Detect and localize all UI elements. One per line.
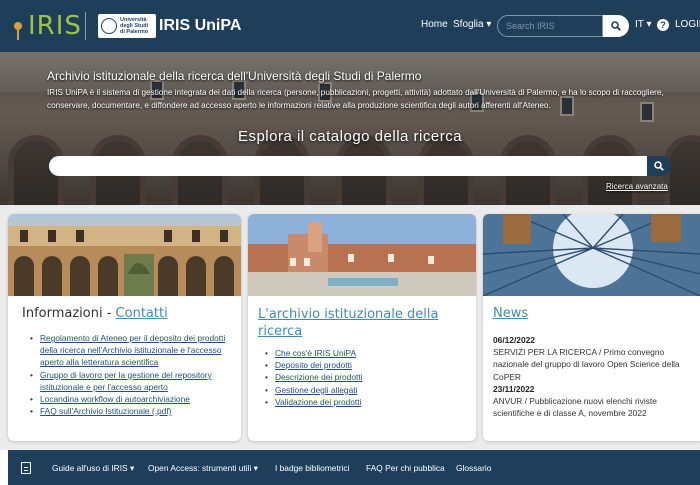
iris-logo[interactable]: IRIS	[14, 10, 82, 42]
hero-description: IRIS UniPA è il sistema di gestione inte…	[47, 88, 664, 110]
info-link[interactable]: Gruppo di lavoro per la gestione del rep…	[30, 369, 235, 393]
search-icon	[654, 161, 664, 171]
language-dropdown[interactable]: IT ▾	[635, 19, 652, 30]
login-link[interactable]: LOGIN	[675, 19, 700, 30]
archive-link[interactable]: Validazione dei prodotti	[265, 396, 465, 408]
hero-title: Archivio istituzionale della ricerca del…	[47, 69, 422, 83]
info-link[interactable]: Locandina workflow di autoarchiviazione	[30, 393, 235, 405]
nav-search-input[interactable]	[497, 15, 603, 37]
catalog-search-input[interactable]	[49, 156, 647, 176]
unipa-logo[interactable]: Università degli Studi di Palermo	[98, 14, 156, 38]
building-photo	[248, 214, 476, 296]
nav-search-button[interactable]	[603, 15, 629, 37]
archive-link[interactable]: Gestione degli allegati	[265, 384, 465, 396]
nav-home-link[interactable]: Home	[421, 19, 448, 30]
glass-dome-photo	[483, 214, 700, 297]
glass-dome-photo-art	[483, 214, 700, 297]
info-link[interactable]: FAQ sull'Archivio Istituzionale (.pdf)	[30, 405, 235, 417]
site-title[interactable]: IRIS UniPA	[159, 14, 241, 38]
catalog-search-button[interactable]	[647, 156, 671, 176]
archive-links-list: Che cos'è IRIS UniPA Deposito dei prodot…	[265, 347, 465, 408]
help-icon[interactable]: ?	[657, 19, 669, 31]
info-card-heading: Informazioni - Contatti	[22, 306, 168, 321]
building-photo-art	[248, 214, 476, 296]
archive-link[interactable]: Descrizione dei prodotti	[265, 371, 465, 383]
news-item-text[interactable]: SERVIZI PER LA RICERCA / Primo convegno …	[493, 346, 698, 383]
document-icon	[21, 462, 31, 474]
archive-card-title[interactable]: L'archivio istituzionale della ricerca	[258, 306, 463, 340]
top-navbar: IRIS Università degli Studi di Palermo I…	[0, 0, 700, 52]
footer-glossary-link[interactable]: Glossario	[456, 463, 491, 473]
info-link[interactable]: Regolamento di Ateneo per il deposito de…	[30, 332, 235, 369]
courtyard-photo	[8, 214, 241, 296]
news-date: 06/12/2022	[493, 335, 535, 345]
iris-logo-text: IRIS	[28, 11, 82, 41]
brand-divider	[85, 12, 86, 40]
archive-link[interactable]: Deposito dei prodotti	[265, 359, 465, 371]
iris-logo-icon	[14, 22, 22, 40]
news-card-title[interactable]: News	[493, 306, 528, 321]
contacts-link[interactable]: Contatti	[116, 306, 168, 321]
footer-navbar: Guide all'uso di IRIS ▾ Open Access: str…	[8, 450, 700, 485]
news-card: News 06/12/2022 SERVIZI PER LA RICERCA /…	[483, 214, 700, 441]
search-icon	[611, 21, 621, 31]
news-list: 06/12/2022 SERVIZI PER LA RICERCA / Prim…	[493, 334, 698, 419]
info-card-title: Informazioni -	[22, 306, 116, 321]
footer-open-access-dropdown[interactable]: Open Access: strumenti utili ▾	[148, 463, 258, 473]
news-item-text[interactable]: ANVUR / Pubblicazione nuovi elenchi rivi…	[493, 395, 698, 419]
info-links-list: Regolamento di Ateneo per il deposito de…	[30, 332, 235, 418]
hero-banner: Archivio istituzionale della ricerca del…	[0, 52, 700, 205]
archive-card: L'archivio istituzionale della ricerca C…	[248, 214, 476, 441]
unipa-logo-text: Università degli Studi di Palermo	[120, 17, 149, 35]
nav-browse-dropdown[interactable]: Sfoglia ▾	[453, 19, 491, 30]
courtyard-photo-art	[8, 226, 241, 296]
footer-bibliometric-badges-link[interactable]: I badge bibliometrici	[275, 463, 349, 473]
archive-link[interactable]: Che cos'è IRIS UniPA	[265, 347, 465, 359]
advanced-search-link[interactable]: Ricerca avanzata	[606, 182, 668, 191]
footer-faq-link[interactable]: FAQ Per chi pubblica	[366, 463, 445, 473]
footer-guides-dropdown[interactable]: Guide all'uso di IRIS ▾	[52, 463, 134, 473]
unipa-seal-icon	[101, 18, 117, 34]
news-date: 23/11/2022	[493, 383, 535, 394]
hero-explore-heading: Esplora il catalogo della ricerca	[237, 128, 463, 145]
info-card: Informazioni - Contatti Regolamento di A…	[8, 214, 241, 441]
